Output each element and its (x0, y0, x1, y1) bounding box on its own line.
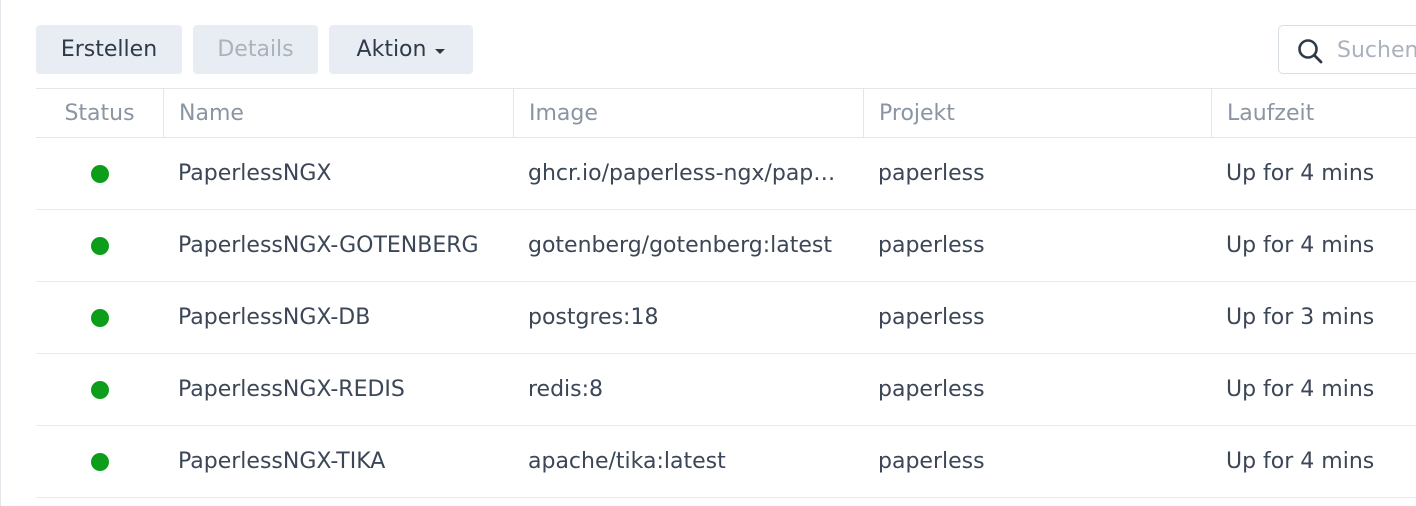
status-running-icon (90, 236, 109, 255)
image-text: gotenberg/gotenberg:latest (528, 233, 832, 258)
container-table: Status Name Image Projekt Laufzeit Paper… (36, 88, 1416, 498)
runtime-cell: Up for 4 mins (1226, 161, 1375, 186)
container-list-panel: Erstellen Details Aktion Status Name Ima… (0, 0, 1416, 506)
runtime-cell: Up for 4 mins (1226, 377, 1375, 402)
runtime-cell: Up for 4 mins (1226, 233, 1375, 258)
status-running-icon (90, 164, 109, 183)
image-text: redis:8 (528, 377, 604, 402)
project-cell: paperless (878, 233, 985, 258)
table-row[interactable]: PaperlessNGX ghcr.io/paperless-ngx/pap… … (36, 138, 1416, 210)
search-icon (1298, 39, 1323, 64)
image-cell: postgres:18 (513, 282, 863, 353)
table-header: Status Name Image Projekt Laufzeit (36, 88, 1416, 138)
project-cell: paperless (878, 449, 985, 474)
search-input[interactable] (1337, 32, 1416, 68)
status-running-icon (90, 380, 109, 399)
status-running-icon (90, 308, 109, 327)
name-cell: PaperlessNGX-DB (178, 305, 371, 330)
status-cell (36, 210, 163, 281)
details-button-label: Details (217, 37, 294, 62)
project-cell: paperless (878, 377, 985, 402)
action-button-label: Aktion (356, 37, 427, 62)
column-header-image[interactable]: Image (513, 89, 863, 138)
create-button-label: Erstellen (60, 37, 158, 62)
column-header-project[interactable]: Projekt (863, 89, 1211, 138)
image-cell: gotenberg/gotenberg:latest (513, 210, 863, 281)
caret-down-icon (435, 48, 446, 54)
create-button[interactable]: Erstellen (36, 25, 182, 74)
name-cell: PaperlessNGX-GOTENBERG (178, 233, 479, 258)
search-box[interactable] (1278, 25, 1416, 74)
runtime-cell: Up for 4 mins (1226, 449, 1375, 474)
project-cell: paperless (878, 305, 985, 330)
image-text: ghcr.io/paperless-ngx/pap… (528, 161, 836, 186)
column-header-status[interactable]: Status (36, 89, 163, 138)
table-row[interactable]: PaperlessNGX-REDIS redis:8 paperless Up … (36, 354, 1416, 426)
table-row[interactable]: PaperlessNGX-DB postgres:18 paperless Up… (36, 282, 1416, 354)
name-cell: PaperlessNGX (178, 161, 332, 186)
project-cell: paperless (878, 161, 985, 186)
status-cell (36, 138, 163, 209)
image-text: postgres:18 (528, 305, 659, 330)
status-cell (36, 282, 163, 353)
name-cell: PaperlessNGX-REDIS (178, 377, 405, 402)
details-button[interactable]: Details (193, 25, 318, 74)
table-row[interactable]: PaperlessNGX-TIKA apache/tika:latest pap… (36, 426, 1416, 498)
status-cell (36, 354, 163, 425)
status-cell (36, 426, 163, 497)
runtime-cell: Up for 3 mins (1226, 305, 1375, 330)
image-text: apache/tika:latest (528, 449, 726, 474)
toolbar: Erstellen Details Aktion (36, 25, 473, 74)
table-row[interactable]: PaperlessNGX-GOTENBERG gotenberg/gotenbe… (36, 210, 1416, 282)
status-running-icon (90, 452, 109, 471)
image-cell: ghcr.io/paperless-ngx/pap… (513, 138, 863, 209)
column-header-name[interactable]: Name (163, 89, 513, 138)
image-cell: redis:8 (513, 354, 863, 425)
action-dropdown-button[interactable]: Aktion (329, 25, 473, 74)
image-cell: apache/tika:latest (513, 426, 863, 497)
name-cell: PaperlessNGX-TIKA (178, 449, 386, 474)
column-header-runtime[interactable]: Laufzeit (1211, 89, 1416, 138)
